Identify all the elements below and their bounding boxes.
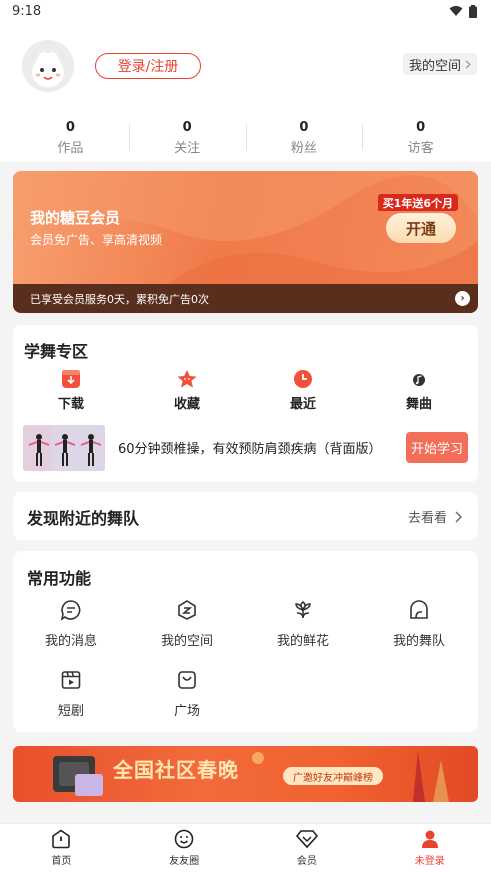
func-item-label: 我的鲜花 xyxy=(276,634,329,649)
avatar[interactable] xyxy=(22,40,74,92)
nav-item-friends[interactable]: 友友圈 xyxy=(123,824,246,872)
wifi-icon xyxy=(449,6,463,16)
nav-label: 会员 xyxy=(296,856,317,867)
stat-label: 作品 xyxy=(57,141,84,156)
chevron-right-icon xyxy=(465,60,471,68)
func-item-short-drama[interactable]: 短剧 xyxy=(13,669,129,739)
stat-label: 关注 xyxy=(174,141,201,156)
func-item-label: 广场 xyxy=(173,704,200,719)
common-functions-card: 常用功能 我的消息 我的空间 我的鲜花 我的舞队 短剧 广场 xyxy=(13,551,478,732)
stat-value: 0 xyxy=(182,120,192,135)
vip-status-bar[interactable]: 已享受会员服务0天，累积免广告0次 › xyxy=(13,284,478,313)
message-icon xyxy=(60,600,81,621)
my-space-link[interactable]: 我的空间 xyxy=(402,53,477,75)
dance-item-music[interactable]: 舞曲 xyxy=(361,369,477,412)
stat-value: 0 xyxy=(416,120,426,135)
clock-icon xyxy=(294,370,312,388)
nav-label: 友友圈 xyxy=(169,856,200,867)
battery-icon xyxy=(469,4,477,18)
bottom-nav: 首页 友友圈 会员 未登录 xyxy=(0,823,491,872)
dance-zone-title: 学舞专区 xyxy=(24,342,89,361)
promo-banner[interactable]: 全国社区春晚 广邀好友冲巅峰榜 xyxy=(13,746,478,802)
common-functions-title: 常用功能 xyxy=(27,569,92,588)
banner-title: 全国社区春晚 xyxy=(113,758,239,782)
vip-open-button[interactable]: 开通 xyxy=(386,213,456,243)
chevron-right-icon xyxy=(455,511,462,522)
vip-title: 我的糖豆会员 xyxy=(30,209,121,227)
dance-item-label: 收藏 xyxy=(173,397,200,412)
stat-value: 0 xyxy=(299,120,309,135)
profile-stats: 0 作品 0 关注 0 粉丝 0 访客 xyxy=(12,118,479,158)
stat-label: 访客 xyxy=(407,141,434,156)
login-register-button[interactable]: 登录/注册 xyxy=(95,53,201,79)
film-icon xyxy=(61,671,81,689)
status-time: 9:18 xyxy=(12,3,42,19)
func-item-square[interactable]: 广场 xyxy=(129,669,245,739)
dance-zone-card: 学舞专区 下载 收藏 最近 舞曲 60分钟颈椎操，有效预防肩颈疾病（背面版） 开… xyxy=(13,325,478,482)
stat-following[interactable]: 0 关注 xyxy=(128,118,246,158)
nav-item-profile[interactable]: 未登录 xyxy=(368,824,491,872)
nearby-teams-title: 发现附近的舞队 xyxy=(27,509,140,528)
bag-icon xyxy=(178,671,196,689)
func-item-label: 我的空间 xyxy=(160,634,213,649)
my-space-label: 我的空间 xyxy=(408,58,461,74)
func-item-label: 我的舞队 xyxy=(392,634,445,649)
stat-fans[interactable]: 0 粉丝 xyxy=(245,118,363,158)
vip-promo-badge: 买1年送6个月 xyxy=(377,194,458,211)
banner-pill[interactable]: 广邀好友冲巅峰榜 xyxy=(283,767,383,785)
nearby-teams-card[interactable]: 发现附近的舞队 去看看 xyxy=(13,492,478,540)
stat-visitors[interactable]: 0 访客 xyxy=(362,118,479,158)
avatar-mascot-icon xyxy=(22,40,74,92)
vip-status-text: 已享受会员服务0天，累积免广告0次 xyxy=(30,292,209,306)
dance-item-label: 舞曲 xyxy=(405,397,432,412)
status-bar: 9:18 xyxy=(0,0,491,22)
dance-zone-grid: 下载 收藏 最近 舞曲 xyxy=(13,369,478,412)
func-item-label: 短剧 xyxy=(57,704,84,719)
space-icon xyxy=(178,600,196,620)
func-item-my-space[interactable]: 我的空间 xyxy=(129,599,245,669)
team-icon xyxy=(410,600,428,619)
lesson-thumbnail[interactable] xyxy=(23,425,105,471)
dancers-image xyxy=(23,425,105,471)
nav-item-home[interactable]: 首页 xyxy=(0,824,123,872)
start-learning-button[interactable]: 开始学习 xyxy=(406,432,468,463)
profile-header: 登录/注册 我的空间 0 作品 0 关注 0 粉丝 0 访客 xyxy=(0,22,491,162)
dance-item-favorites[interactable]: 收藏 xyxy=(129,369,245,412)
dance-item-label: 最近 xyxy=(289,397,316,412)
dance-item-download[interactable]: 下载 xyxy=(13,369,129,412)
chevron-right-icon: › xyxy=(455,291,470,306)
dance-item-label: 下载 xyxy=(57,397,84,412)
smile-icon xyxy=(174,829,194,849)
func-item-label: 我的消息 xyxy=(44,634,97,649)
nav-label: 首页 xyxy=(51,856,72,867)
home-icon xyxy=(52,829,71,849)
nav-item-vip[interactable]: 会员 xyxy=(246,824,369,872)
vip-card[interactable]: 我的糖豆会员 会员免广告、享高清视频 买1年送6个月 开通 已享受会员服务0天，… xyxy=(13,171,478,313)
func-item-messages[interactable]: 我的消息 xyxy=(13,599,129,669)
star-icon xyxy=(177,370,197,388)
func-item-flowers[interactable]: 我的鲜花 xyxy=(245,599,361,669)
flower-icon xyxy=(295,601,311,619)
nav-label: 未登录 xyxy=(414,856,445,867)
download-icon xyxy=(62,370,80,388)
nearby-teams-link[interactable]: 去看看 xyxy=(408,507,462,526)
lesson-title[interactable]: 60分钟颈椎操，有效预防肩颈疾病（背面版） xyxy=(118,438,382,457)
func-item-my-team[interactable]: 我的舞队 xyxy=(361,599,477,669)
diamond-icon xyxy=(295,830,318,849)
nearby-link-label: 去看看 xyxy=(407,511,447,526)
stat-value: 0 xyxy=(65,120,75,135)
dance-item-recent[interactable]: 最近 xyxy=(245,369,361,412)
user-icon xyxy=(421,830,438,848)
banner-decoration xyxy=(53,751,449,802)
vip-subtitle: 会员免广告、享高清视频 xyxy=(30,233,163,247)
music-note-icon xyxy=(413,374,425,386)
stat-works[interactable]: 0 作品 xyxy=(12,118,129,158)
stat-label: 粉丝 xyxy=(290,141,317,156)
common-functions-grid: 我的消息 我的空间 我的鲜花 我的舞队 短剧 广场 xyxy=(13,599,478,739)
